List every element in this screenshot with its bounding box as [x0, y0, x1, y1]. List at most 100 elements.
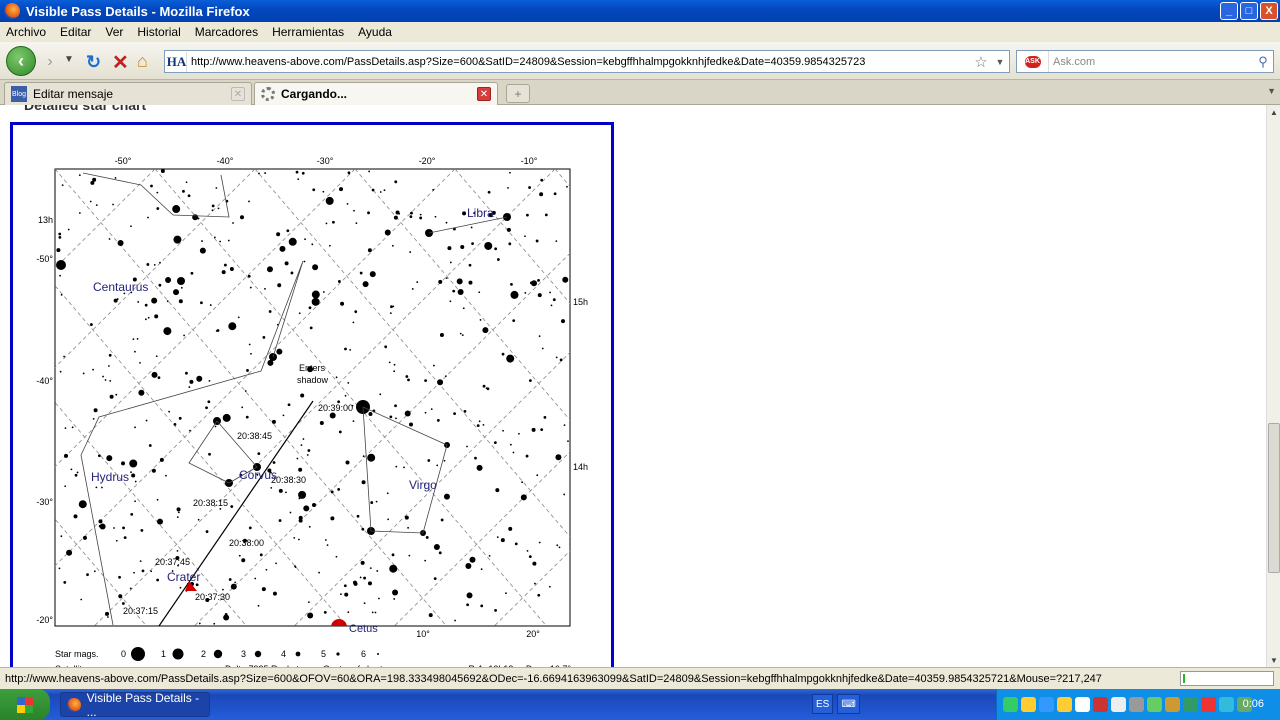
network-icon[interactable]	[1003, 697, 1018, 712]
tab-cargando[interactable]: Cargando... ✕	[254, 82, 498, 105]
star	[436, 464, 439, 467]
tray-app-icon[interactable]	[1201, 697, 1216, 712]
language-indicator[interactable]: ES	[812, 694, 834, 714]
loading-spinner-icon	[261, 87, 275, 101]
legend-mag-label: 1	[161, 649, 166, 659]
star	[445, 277, 448, 279]
star	[250, 352, 252, 355]
tab-close-icon[interactable]: ✕	[477, 87, 491, 101]
minimize-button[interactable]: _	[1220, 2, 1238, 20]
bookmark-star-icon[interactable]: ☆	[971, 53, 991, 71]
star	[168, 410, 171, 413]
star	[95, 486, 98, 489]
star	[461, 334, 464, 336]
star	[232, 222, 234, 224]
star	[118, 594, 123, 599]
star	[462, 307, 465, 310]
star	[214, 425, 217, 428]
tray-app-icon[interactable]	[1147, 697, 1162, 712]
menu-marcadores[interactable]: Marcadores	[195, 25, 258, 39]
star	[407, 378, 410, 382]
tray-app-icon[interactable]	[1165, 697, 1180, 712]
star	[416, 281, 419, 283]
legend-mag-symbol	[131, 647, 145, 661]
star	[424, 411, 427, 414]
menu-herramientas[interactable]: Herramientas	[272, 25, 344, 39]
star	[301, 171, 305, 175]
star	[540, 428, 544, 432]
page-heading: Detailed star chart	[24, 105, 147, 113]
star	[424, 559, 427, 562]
taskbar-firefox-window[interactable]: Visible Pass Details - ...	[60, 691, 210, 719]
tray-app-icon[interactable]	[1219, 697, 1234, 712]
star	[122, 526, 125, 530]
back-button[interactable]: ‹	[6, 46, 36, 76]
bottom-axis-tick: 20°	[526, 629, 540, 639]
maximize-button[interactable]: □	[1240, 2, 1258, 20]
star	[113, 527, 115, 529]
star	[59, 274, 61, 277]
vertical-scrollbar[interactable]: ▲ ▼	[1266, 105, 1280, 667]
tray-app-icon[interactable]	[1183, 697, 1198, 712]
star	[176, 516, 179, 519]
url-text[interactable]: http://www.heavens-above.com/PassDetails…	[191, 56, 971, 68]
start-button[interactable]	[0, 689, 50, 720]
magnitude-legend: Star mags.0123456Satellite:Delta 7925 Ro…	[55, 647, 571, 667]
star	[241, 406, 244, 409]
forward-button[interactable]: ›	[40, 52, 60, 72]
stop-button[interactable]: ✕	[112, 50, 129, 75]
menu-historial[interactable]: Historial	[137, 25, 180, 39]
star	[312, 188, 316, 192]
star	[64, 453, 69, 458]
star	[219, 240, 222, 243]
tab-list-dropdown-icon[interactable]: ▼	[1267, 86, 1276, 96]
keyboard-icon[interactable]: ⌨	[837, 694, 860, 714]
scroll-thumb[interactable]	[1268, 423, 1280, 573]
tab-editar-mensaje[interactable]: Blog Editar mensaje ✕	[4, 82, 252, 105]
menu-archivo[interactable]: Archivo	[6, 25, 46, 39]
home-button[interactable]: ⌂	[137, 51, 148, 72]
chart-plot-area	[54, 168, 571, 627]
star	[452, 289, 456, 293]
star-chart[interactable]: -50° -40° -30° -20° -10° 13h -50° -40° -30° -20° 1…	[13, 125, 611, 667]
menu-ver[interactable]: Ver	[105, 25, 123, 39]
star	[248, 526, 252, 530]
search-bar[interactable]: ASK Ask.com ⚲	[1016, 50, 1274, 73]
star	[198, 622, 201, 625]
new-tab-button[interactable]: +	[506, 84, 530, 103]
star	[459, 332, 462, 335]
pass-time-label: 20:39:00	[318, 403, 353, 413]
star	[389, 415, 393, 419]
bluetooth-icon[interactable]	[1039, 697, 1054, 712]
search-icon[interactable]: ⚲	[1253, 54, 1273, 70]
tray-app-icon[interactable]	[1093, 697, 1108, 712]
search-input[interactable]: Ask.com	[1049, 56, 1253, 68]
url-bar[interactable]: HA http://www.heavens-above.com/PassDeta…	[164, 50, 1010, 73]
search-engine-selector[interactable]: ASK	[1017, 51, 1049, 72]
stop-icon: ✕	[112, 52, 129, 74]
star	[443, 459, 446, 462]
scroll-up-icon[interactable]: ▲	[1267, 105, 1280, 119]
legend-mag-label: 3	[241, 649, 246, 659]
star	[271, 419, 276, 424]
tray-app-icon[interactable]	[1129, 697, 1144, 712]
url-dropdown-icon[interactable]: ▼	[991, 57, 1009, 67]
menu-editar[interactable]: Editar	[60, 25, 91, 39]
star	[200, 301, 203, 305]
star	[496, 258, 500, 261]
tab-close-icon[interactable]: ✕	[231, 87, 245, 101]
star	[105, 611, 110, 616]
close-button[interactable]: X	[1260, 2, 1278, 20]
star	[425, 536, 429, 539]
reload-button[interactable]: ↻	[86, 52, 101, 73]
menu-ayuda[interactable]: Ayuda	[358, 25, 392, 39]
tray-app-icon[interactable]	[1057, 697, 1072, 712]
history-dropdown-icon[interactable]: ▼	[64, 54, 74, 65]
tray-app-icon[interactable]	[1075, 697, 1090, 712]
star	[300, 393, 305, 398]
security-shield-icon[interactable]	[1021, 697, 1036, 712]
scroll-down-icon[interactable]: ▼	[1267, 653, 1280, 667]
star	[466, 445, 468, 448]
volume-icon[interactable]	[1111, 697, 1126, 712]
star	[241, 558, 246, 563]
